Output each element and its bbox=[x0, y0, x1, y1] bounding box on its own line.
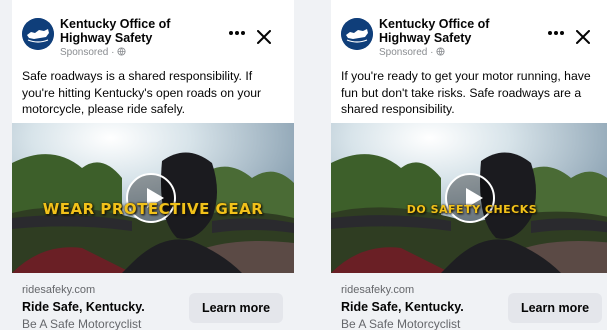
ad-header: Kentucky Office of Highway Safety Sponso… bbox=[331, 0, 607, 68]
link-domain: ridesafeky.com bbox=[341, 284, 415, 296]
learn-more-button[interactable]: Learn more bbox=[189, 293, 283, 323]
page-name-link[interactable]: Kentucky Office of Highway Safety bbox=[379, 17, 539, 45]
close-button[interactable] bbox=[257, 30, 273, 46]
sponsored-label: Sponsored · bbox=[60, 47, 126, 58]
sponsored-label: Sponsored · bbox=[379, 47, 445, 58]
ad-card: Kentucky Office of Highway Safety Sponso… bbox=[331, 0, 607, 330]
ad-footer[interactable]: ridesafeky.com Ride Safe, Kentucky. Be A… bbox=[331, 273, 607, 330]
page-avatar[interactable] bbox=[22, 18, 54, 50]
ad-body-text: If you're ready to get your motor runnin… bbox=[341, 69, 591, 116]
ad-video[interactable]: WEAR PROTECTIVE GEAR bbox=[12, 123, 294, 273]
more-horizontal-icon bbox=[548, 31, 564, 35]
page-avatar[interactable] bbox=[341, 18, 373, 50]
more-options-button[interactable] bbox=[227, 26, 247, 42]
kentucky-logo-icon bbox=[22, 18, 54, 50]
kentucky-logo-icon bbox=[341, 18, 373, 50]
link-headline[interactable]: Ride Safe, Kentucky. bbox=[341, 300, 464, 314]
link-description: Be A Safe Motorcyclist bbox=[341, 317, 461, 330]
globe-icon bbox=[436, 47, 445, 56]
ad-video[interactable]: DO SAFETY CHECKS bbox=[331, 123, 607, 273]
ad-body-text: Safe roadways is a shared responsibility… bbox=[22, 69, 262, 116]
ad-header: Kentucky Office of Highway Safety Sponso… bbox=[12, 0, 294, 68]
ad-footer[interactable]: ridesafeky.com Ride Safe, Kentucky. Be A… bbox=[12, 273, 294, 330]
ad-card: Kentucky Office of Highway Safety Sponso… bbox=[12, 0, 294, 330]
learn-more-button[interactable]: Learn more bbox=[508, 293, 602, 323]
globe-icon bbox=[117, 47, 126, 56]
page-name-link[interactable]: Kentucky Office of Highway Safety bbox=[60, 17, 220, 45]
link-description: Be A Safe Motorcyclist bbox=[22, 317, 142, 330]
video-overlay-text: DO SAFETY CHECKS bbox=[406, 203, 538, 216]
close-icon bbox=[257, 30, 271, 44]
more-options-button[interactable] bbox=[546, 26, 566, 42]
link-headline[interactable]: Ride Safe, Kentucky. bbox=[22, 300, 145, 314]
more-horizontal-icon bbox=[229, 31, 245, 35]
video-overlay-text: WEAR PROTECTIVE GEAR bbox=[42, 200, 264, 218]
link-domain: ridesafeky.com bbox=[22, 284, 96, 296]
close-icon bbox=[576, 30, 590, 44]
close-button[interactable] bbox=[576, 30, 592, 46]
